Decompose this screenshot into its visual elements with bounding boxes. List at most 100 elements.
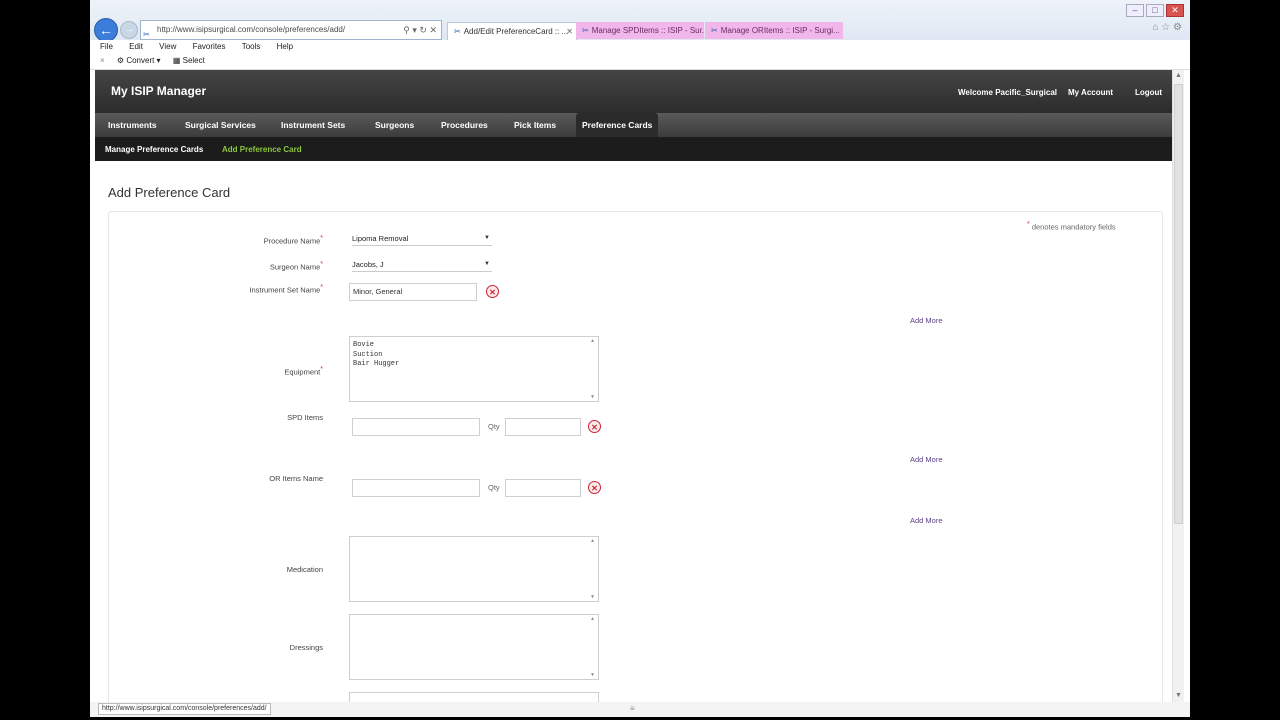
subnav-add-preference-card[interactable]: Add Preference Card	[222, 145, 302, 154]
menu-help[interactable]: Help	[277, 40, 293, 53]
address-controls[interactable]: ⚲ ▾ ↻ ✕	[403, 21, 437, 39]
site-header: My ISIP Manager Welcome Pacific_Surgical…	[95, 70, 1173, 161]
next-textarea[interactable]	[349, 692, 599, 702]
remove-or-item-icon[interactable]: ✕	[588, 481, 601, 494]
select-icon: ▦	[172, 56, 181, 65]
sub-nav: Manage Preference Cards Add Preference C…	[95, 137, 1173, 161]
tab-close-icon[interactable]: ✕	[566, 23, 573, 40]
menu-favorites[interactable]: Favorites	[193, 40, 226, 53]
nav-preference-cards[interactable]: Preference Cards	[576, 113, 659, 137]
textarea-scrollbar[interactable]: ▲ ▼	[590, 537, 598, 601]
scroll-up-icon[interactable]: ▲	[591, 538, 594, 544]
logout-link[interactable]: Logout	[1135, 88, 1162, 97]
scroll-down-icon[interactable]: ▼	[591, 594, 594, 600]
dressings-textarea[interactable]: ▲ ▼	[349, 614, 599, 680]
tab-favicon-icon: ✂	[454, 27, 461, 36]
remove-spd-item-icon[interactable]: ✕	[588, 420, 601, 433]
surgeon-name-label: Surgeon Name*	[269, 261, 323, 272]
equipment-line: Bovie	[353, 341, 375, 349]
remove-instrument-set-icon[interactable]: ✕	[486, 285, 499, 298]
equipment-line: Bair Hugger	[353, 360, 400, 368]
equipment-textarea[interactable]: Bovie Suction Bair Hugger ▲ ▼	[349, 336, 599, 402]
minimize-icon[interactable]: –	[1126, 4, 1144, 17]
add-more-spd-link[interactable]: Add More	[910, 455, 943, 464]
maximize-icon[interactable]: □	[1146, 4, 1164, 17]
tab-add-edit-preference-card[interactable]: ✂ Add/Edit PreferenceCard :: ... ✕	[447, 22, 577, 40]
scroll-up-icon[interactable]: ▲	[591, 338, 594, 344]
nav-surgical-services[interactable]: Surgical Services	[179, 113, 262, 137]
menu-file[interactable]: File	[100, 40, 113, 53]
or-qty-label: Qty	[488, 483, 500, 492]
surgeon-selected-value: Jacobs, J	[352, 260, 384, 269]
tab-manage-spditems[interactable]: ✂ Manage SPDItems :: ISIP - Sur...	[576, 22, 704, 39]
browser-titlebar: ← → ✂ http://www.isipsurgical.com/console…	[90, 0, 1190, 42]
surgeon-select[interactable]: Jacobs, J ▼	[352, 258, 492, 272]
nav-instrument-sets[interactable]: Instrument Sets	[275, 113, 351, 137]
menu-tools[interactable]: Tools	[242, 40, 261, 53]
spd-qty-input[interactable]	[505, 418, 581, 436]
or-item-input[interactable]	[352, 479, 480, 497]
web-page: My ISIP Manager Welcome Pacific_Surgical…	[95, 70, 1173, 702]
add-more-or-link[interactable]: Add More	[910, 516, 943, 525]
convert-label: Convert	[126, 56, 155, 65]
dropdown-arrow-icon: ▼	[484, 235, 490, 241]
my-account-link[interactable]: My Account	[1068, 88, 1113, 97]
dropdown-arrow-icon: ▼	[484, 261, 490, 267]
stop-icon[interactable]: ✕	[429, 25, 437, 35]
refresh-icon[interactable]: ↻	[419, 25, 427, 35]
scroll-down-icon[interactable]: ▼	[591, 394, 594, 400]
or-qty-input[interactable]	[505, 479, 581, 497]
nav-instruments[interactable]: Instruments	[102, 113, 163, 137]
instrument-set-input[interactable]: Minor, General	[349, 283, 477, 301]
address-bar[interactable]: ✂ http://www.isipsurgical.com/console/pre…	[140, 20, 442, 40]
textarea-scrollbar[interactable]: ▲ ▼	[590, 615, 598, 679]
mandatory-note: * denotes mandatory fields	[1027, 221, 1116, 232]
required-asterisk: *	[1027, 221, 1030, 228]
close-window-icon[interactable]: ✕	[1166, 4, 1184, 17]
welcome-text: Welcome Pacific_Surgical	[958, 88, 1058, 97]
favorites-star-icon[interactable]: ☆	[1161, 22, 1170, 33]
instrument-set-label: Instrument Set Name*	[249, 284, 323, 295]
search-icon[interactable]: ⚲	[403, 25, 410, 35]
home-icon[interactable]: ⌂	[1152, 22, 1158, 33]
horizontal-scroll-grip[interactable]: ≡	[630, 704, 635, 713]
scroll-up-icon[interactable]: ▲	[1173, 70, 1184, 82]
select-button[interactable]: ▦ Select	[173, 56, 205, 65]
nav-procedures[interactable]: Procedures	[435, 113, 494, 137]
scroll-down-icon[interactable]: ▼	[1173, 690, 1184, 702]
menu-bar: File Edit View Favorites Tools Help	[90, 40, 1190, 53]
site-logo[interactable]: My ISIP Manager	[111, 84, 206, 98]
address-url: http://www.isipsurgical.com/console/pref…	[157, 25, 346, 34]
command-bar: × ⚙ Convert ▾ ▦ Select	[90, 53, 1190, 70]
tab-manage-oritems[interactable]: ✂ Manage ORItems :: ISIP - Surgi...	[705, 22, 843, 39]
equipment-line: Suction	[353, 350, 383, 359]
scroll-thumb[interactable]	[1174, 84, 1183, 524]
settings-gear-icon[interactable]: ⚙	[1173, 22, 1182, 33]
procedure-selected-value: Lipoma Removal	[352, 234, 409, 243]
nav-surgeons[interactable]: Surgeons	[369, 113, 420, 137]
scroll-up-icon[interactable]: ▲	[591, 616, 594, 622]
equipment-label: Equipment*	[284, 366, 323, 377]
browser-window: ← → ✂ http://www.isipsurgical.com/console…	[90, 0, 1190, 717]
procedure-select[interactable]: Lipoma Removal ▼	[352, 232, 492, 246]
back-button[interactable]: ←	[94, 18, 118, 42]
add-more-instrument-set-link[interactable]: Add More	[910, 316, 943, 325]
tab-favicon-icon: ✂	[582, 26, 589, 35]
menu-edit[interactable]: Edit	[129, 40, 143, 53]
scroll-down-icon[interactable]: ▼	[591, 672, 594, 678]
medication-textarea[interactable]: ▲ ▼	[349, 536, 599, 602]
menu-view[interactable]: View	[159, 40, 176, 53]
spd-item-input[interactable]	[352, 418, 480, 436]
site-favicon-icon: ✂	[143, 29, 150, 39]
page-scrollbar[interactable]: ▲ ▼	[1172, 70, 1184, 702]
convert-button[interactable]: ⚙ Convert ▾	[117, 56, 161, 65]
page-title: Add Preference Card	[108, 185, 231, 200]
textarea-scrollbar[interactable]: ▲ ▼	[590, 337, 598, 401]
subnav-manage-preference-cards[interactable]: Manage Preference Cards	[105, 145, 203, 154]
forward-button[interactable]: →	[120, 21, 138, 39]
nav-pick-items[interactable]: Pick Items	[508, 113, 562, 137]
procedure-label-text: Procedure Name	[263, 236, 321, 246]
spd-items-label: SPD Items	[287, 413, 323, 422]
close-bar-icon[interactable]: ×	[100, 56, 105, 65]
surgeon-label-text: Surgeon Name	[269, 262, 321, 272]
